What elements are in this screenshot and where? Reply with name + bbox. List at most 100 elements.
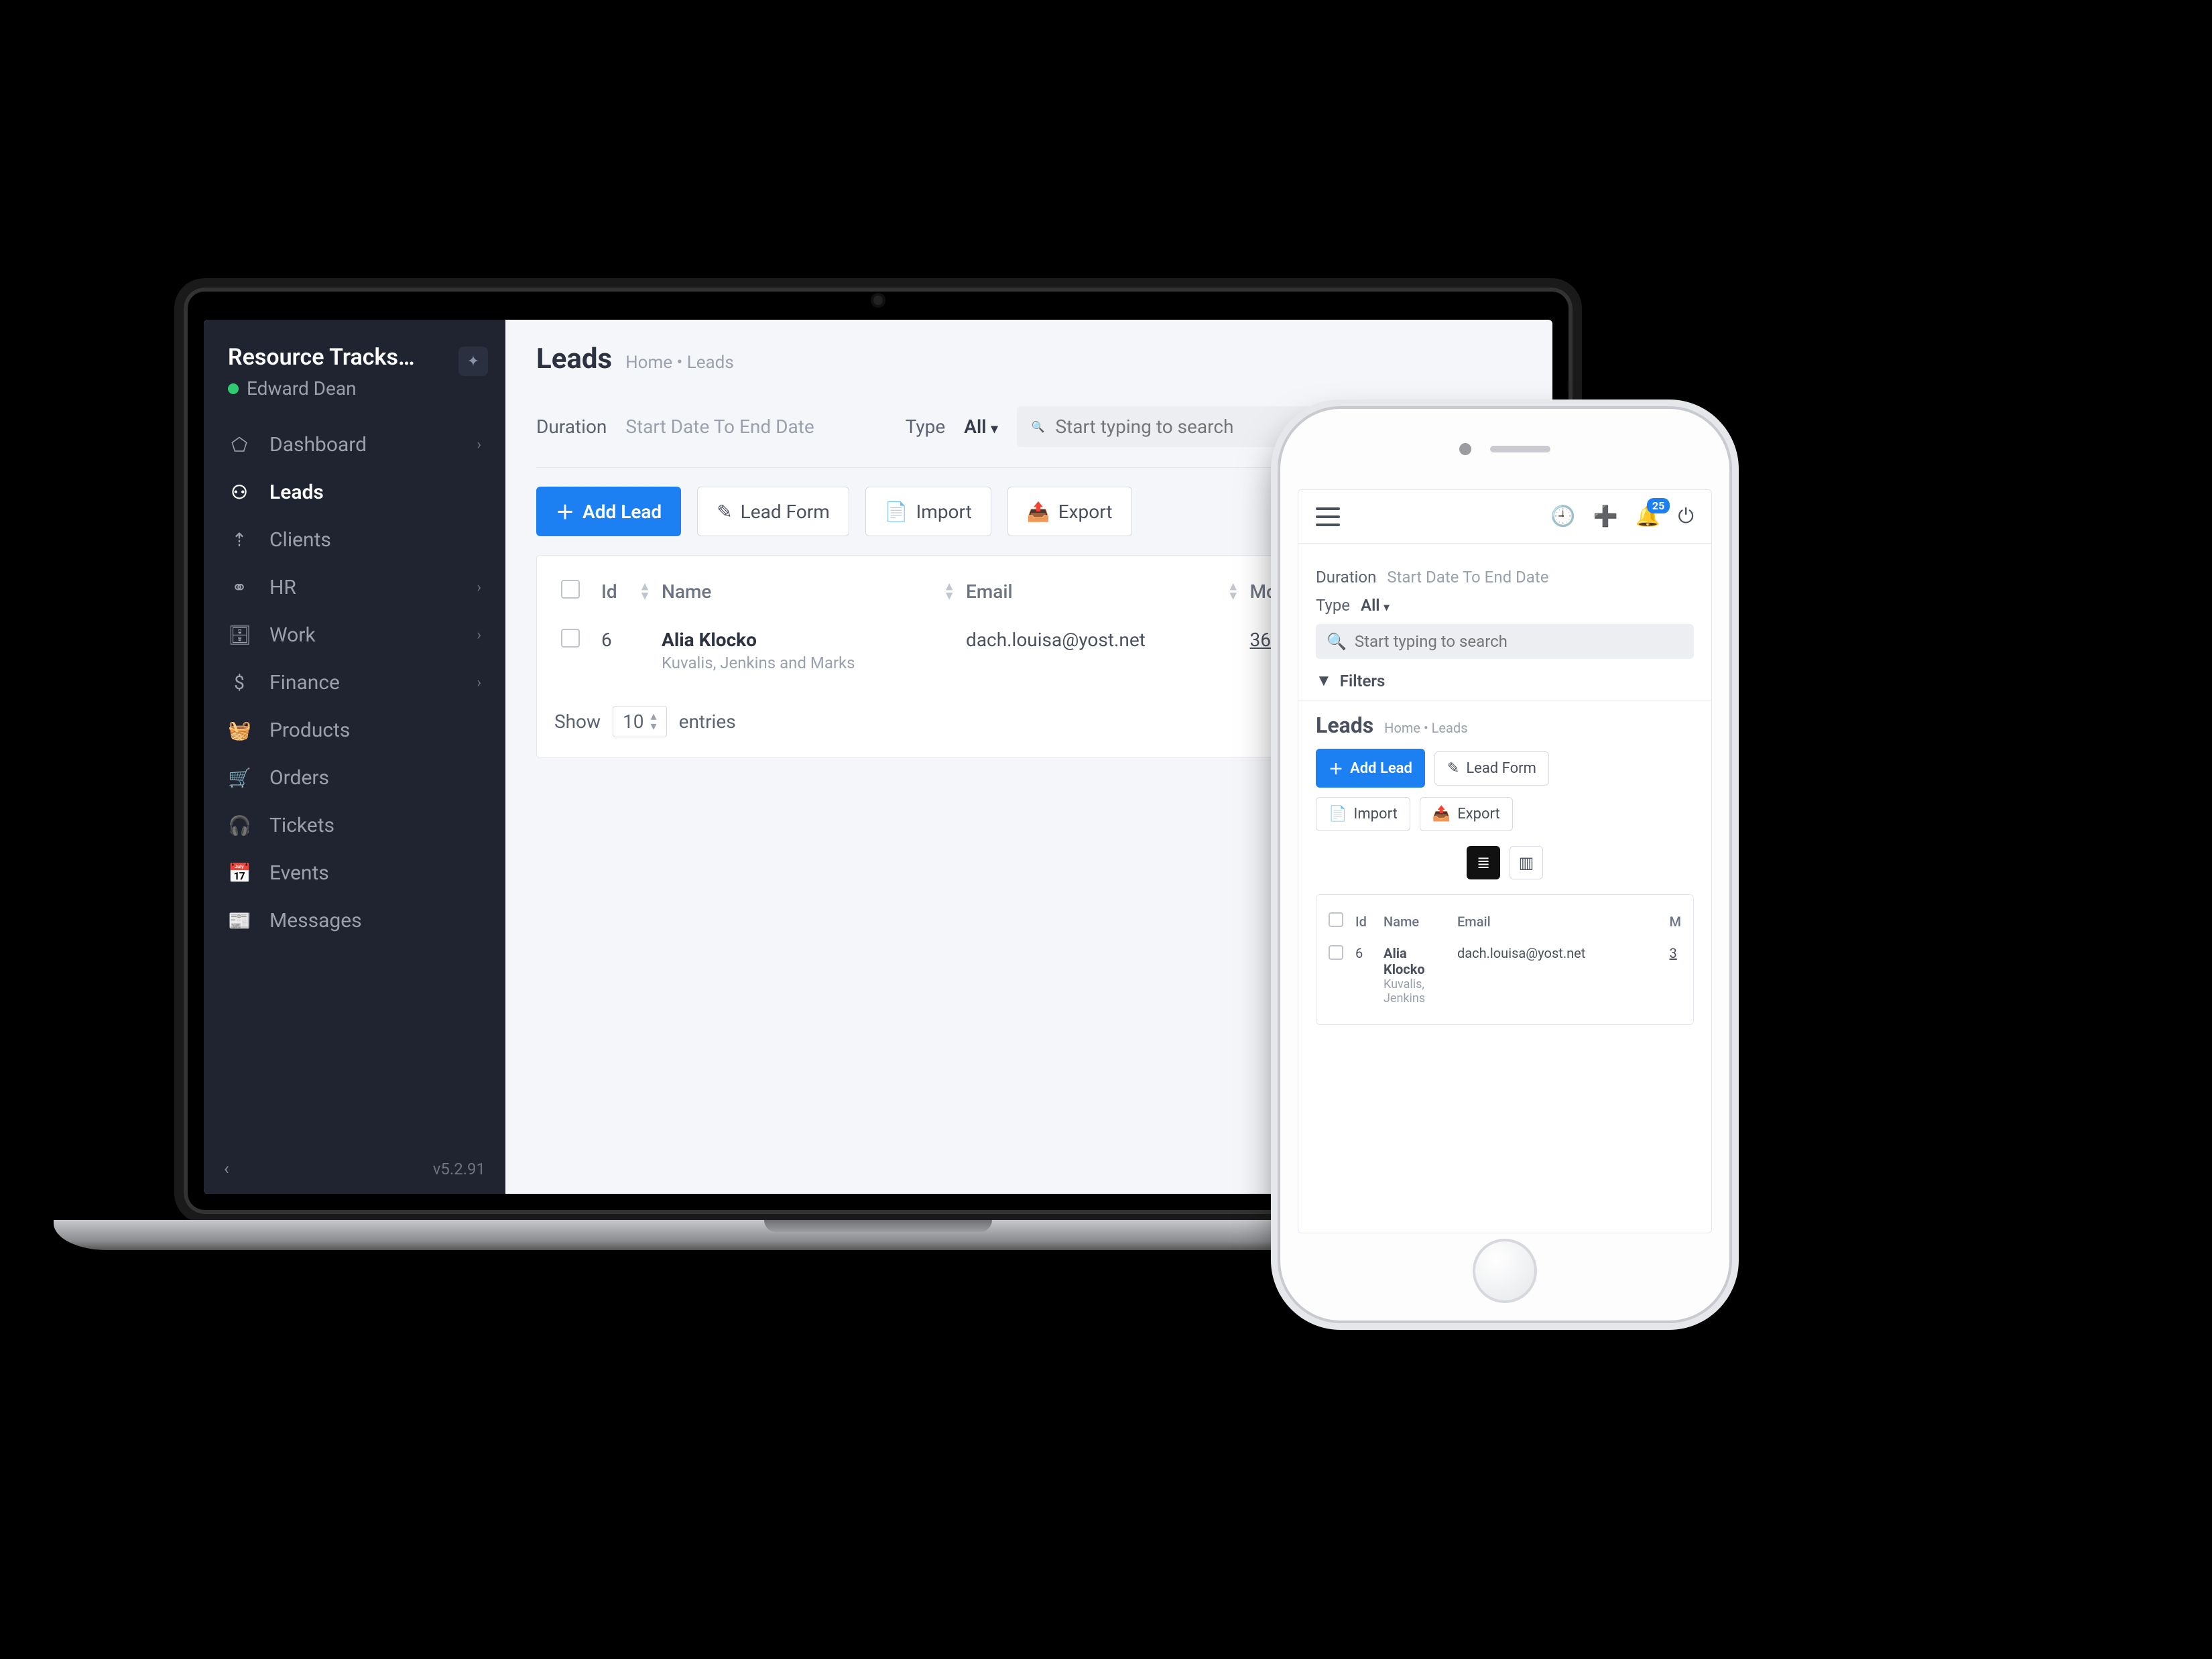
- sidebar-item-tickets[interactable]: 🎧 Tickets: [204, 802, 505, 849]
- list-view-button[interactable]: ≣: [1467, 846, 1500, 879]
- phone-frame: 🕘 ➕ 🔔25 ⏻ Duration Start Date To End Dat…: [1280, 409, 1729, 1320]
- show-label: Show: [554, 711, 601, 733]
- per-page-select[interactable]: 10 ▴▾: [613, 706, 667, 737]
- file-import-icon: 📄: [1329, 806, 1347, 822]
- notifications-button[interactable]: 🔔25: [1636, 505, 1660, 528]
- sidebar-nav: ⬠ Dashboard › ⚇ Leads ⇡ Clients ⚭ HR: [204, 418, 505, 1147]
- col-id[interactable]: Id▲▼: [595, 569, 655, 614]
- button-label: Export: [1058, 501, 1113, 523]
- pencil-icon: ✎: [1447, 760, 1459, 777]
- m-leads-table: Id Name Email M 6 Alia Klocko Kuva: [1325, 906, 1685, 1013]
- col-name[interactable]: Name▲▼: [655, 569, 959, 614]
- select-all-checkbox[interactable]: [561, 580, 580, 599]
- filter-icon: ▼: [1316, 671, 1332, 690]
- export-button[interactable]: 📤 Export: [1007, 487, 1132, 536]
- m-col-email[interactable]: Email: [1453, 906, 1666, 937]
- menu-button[interactable]: [1316, 507, 1340, 526]
- type-select[interactable]: All ▾: [964, 416, 997, 438]
- grid-view-button[interactable]: ▥: [1510, 846, 1543, 879]
- filters-label: Filters: [1340, 672, 1386, 690]
- sidebar-item-orders[interactable]: 🛒 Orders: [204, 754, 505, 802]
- m-search-input[interactable]: [1355, 632, 1683, 651]
- phone-home-button[interactable]: [1473, 1239, 1537, 1303]
- add-lead-button[interactable]: ＋ Add Lead: [536, 487, 681, 536]
- m-import-button[interactable]: 📄 Import: [1316, 797, 1410, 831]
- button-label: Add Lead: [1350, 760, 1412, 777]
- m-add-lead-button[interactable]: ＋ Add Lead: [1316, 749, 1425, 788]
- sort-icon: ▲▼: [1227, 582, 1239, 601]
- app-brand: Resource Tracks…: [228, 344, 481, 371]
- button-label: Export: [1457, 806, 1500, 822]
- view-toggle: ≣ ▥: [1316, 846, 1694, 879]
- sidebar-item-leads[interactable]: ⚇ Leads: [204, 469, 505, 516]
- user-name: Edward Dean: [247, 377, 357, 400]
- sidebar-item-messages[interactable]: 📰 Messages: [204, 897, 505, 944]
- collapse-sidebar-button[interactable]: ‹: [224, 1159, 229, 1179]
- m-type-value: All: [1361, 596, 1380, 615]
- sidebar-item-hr[interactable]: ⚭ HR ›: [204, 564, 505, 611]
- sidebar-item-products[interactable]: 🧺 Products: [204, 706, 505, 754]
- m-col-name[interactable]: Name: [1379, 906, 1453, 937]
- duration-input[interactable]: Start Date To End Date: [625, 416, 814, 438]
- m-col-mobile[interactable]: M: [1666, 906, 1686, 937]
- lead-form-button[interactable]: ✎ Lead Form: [697, 487, 849, 536]
- m-export-button[interactable]: 📤 Export: [1420, 797, 1513, 831]
- m-table-row[interactable]: 6 Alia Klocko Kuvalis, Jenkins dach.loui…: [1325, 937, 1685, 1013]
- headset-icon: 🎧: [228, 814, 251, 837]
- button-label: Add Lead: [582, 501, 662, 523]
- basket-icon: 🧺: [228, 719, 251, 741]
- laptop-camera-icon: [873, 296, 883, 305]
- m-cell-id: 6: [1351, 937, 1379, 1013]
- calendar-icon: 📅: [228, 862, 251, 884]
- sidebar-item-label: Dashboard: [269, 433, 367, 456]
- search-icon: 🔍: [1327, 632, 1347, 651]
- m-cell-email[interactable]: dach.louisa@yost.net: [1453, 937, 1666, 1013]
- m-row-checkbox[interactable]: [1329, 945, 1343, 960]
- type-label: Type: [906, 416, 946, 438]
- col-email[interactable]: Email▲▼: [959, 569, 1243, 614]
- laptop-hinge-notch: [764, 1220, 992, 1232]
- notification-badge: 25: [1647, 498, 1670, 513]
- m-col-id[interactable]: Id: [1351, 906, 1379, 937]
- add-icon[interactable]: ➕: [1593, 505, 1618, 528]
- sidebar-item-events[interactable]: 📅 Events: [204, 849, 505, 897]
- chevron-down-icon: ▾: [991, 420, 997, 436]
- m-duration-input[interactable]: Start Date To End Date: [1387, 568, 1548, 587]
- current-user[interactable]: Edward Dean: [228, 377, 481, 400]
- m-leads-panel: Id Name Email M 6 Alia Klocko Kuva: [1316, 894, 1694, 1025]
- plus-icon: ＋: [556, 498, 574, 525]
- per-page-value: 10: [623, 711, 643, 733]
- sidebar-item-label: Orders: [269, 766, 329, 790]
- m-search-box[interactable]: 🔍: [1316, 624, 1694, 659]
- chevron-right-icon: ›: [477, 674, 481, 691]
- m-type-select[interactable]: All ▾: [1361, 596, 1390, 615]
- sidebar-item-finance[interactable]: $ Finance ›: [204, 659, 505, 706]
- import-button[interactable]: 📄 Import: [865, 487, 991, 536]
- mobile-header: 🕘 ➕ 🔔25 ⏻: [1298, 490, 1711, 544]
- cell-email[interactable]: dach.louisa@yost.net: [959, 614, 1243, 687]
- breadcrumb: Home • Leads: [625, 353, 734, 373]
- app-logo-icon: ✦: [458, 347, 488, 376]
- clock-icon[interactable]: 🕘: [1550, 505, 1575, 528]
- power-icon[interactable]: ⏻: [1678, 505, 1694, 528]
- sidebar-item-label: Tickets: [269, 814, 334, 837]
- m-filters-button[interactable]: ▼ Filters: [1316, 671, 1694, 690]
- file-export-icon: 📤: [1432, 806, 1451, 822]
- cell-name: Alia Klocko: [662, 629, 953, 651]
- m-page-title: Leads: [1316, 713, 1373, 738]
- sidebar-item-clients[interactable]: ⇡ Clients: [204, 516, 505, 564]
- sidebar-item-work[interactable]: 🗄 Work ›: [204, 611, 505, 659]
- m-lead-form-button[interactable]: ✎ Lead Form: [1434, 751, 1549, 786]
- row-checkbox[interactable]: [561, 629, 580, 648]
- sidebar-item-dashboard[interactable]: ⬠ Dashboard ›: [204, 421, 505, 469]
- mobile-app: 🕘 ➕ 🔔25 ⏻ Duration Start Date To End Dat…: [1298, 489, 1712, 1233]
- cell-id: 6: [595, 614, 655, 687]
- m-cell-mobile[interactable]: 3: [1670, 945, 1677, 961]
- page-title: Leads: [536, 343, 612, 375]
- sidebar-item-label: Messages: [269, 909, 362, 932]
- file-import-icon: 📄: [885, 501, 908, 523]
- search-icon: 🔍: [1032, 420, 1045, 433]
- m-select-all-checkbox[interactable]: [1329, 912, 1343, 927]
- people-icon: ⚭: [228, 576, 251, 599]
- phone-top-bezel: [1280, 409, 1729, 489]
